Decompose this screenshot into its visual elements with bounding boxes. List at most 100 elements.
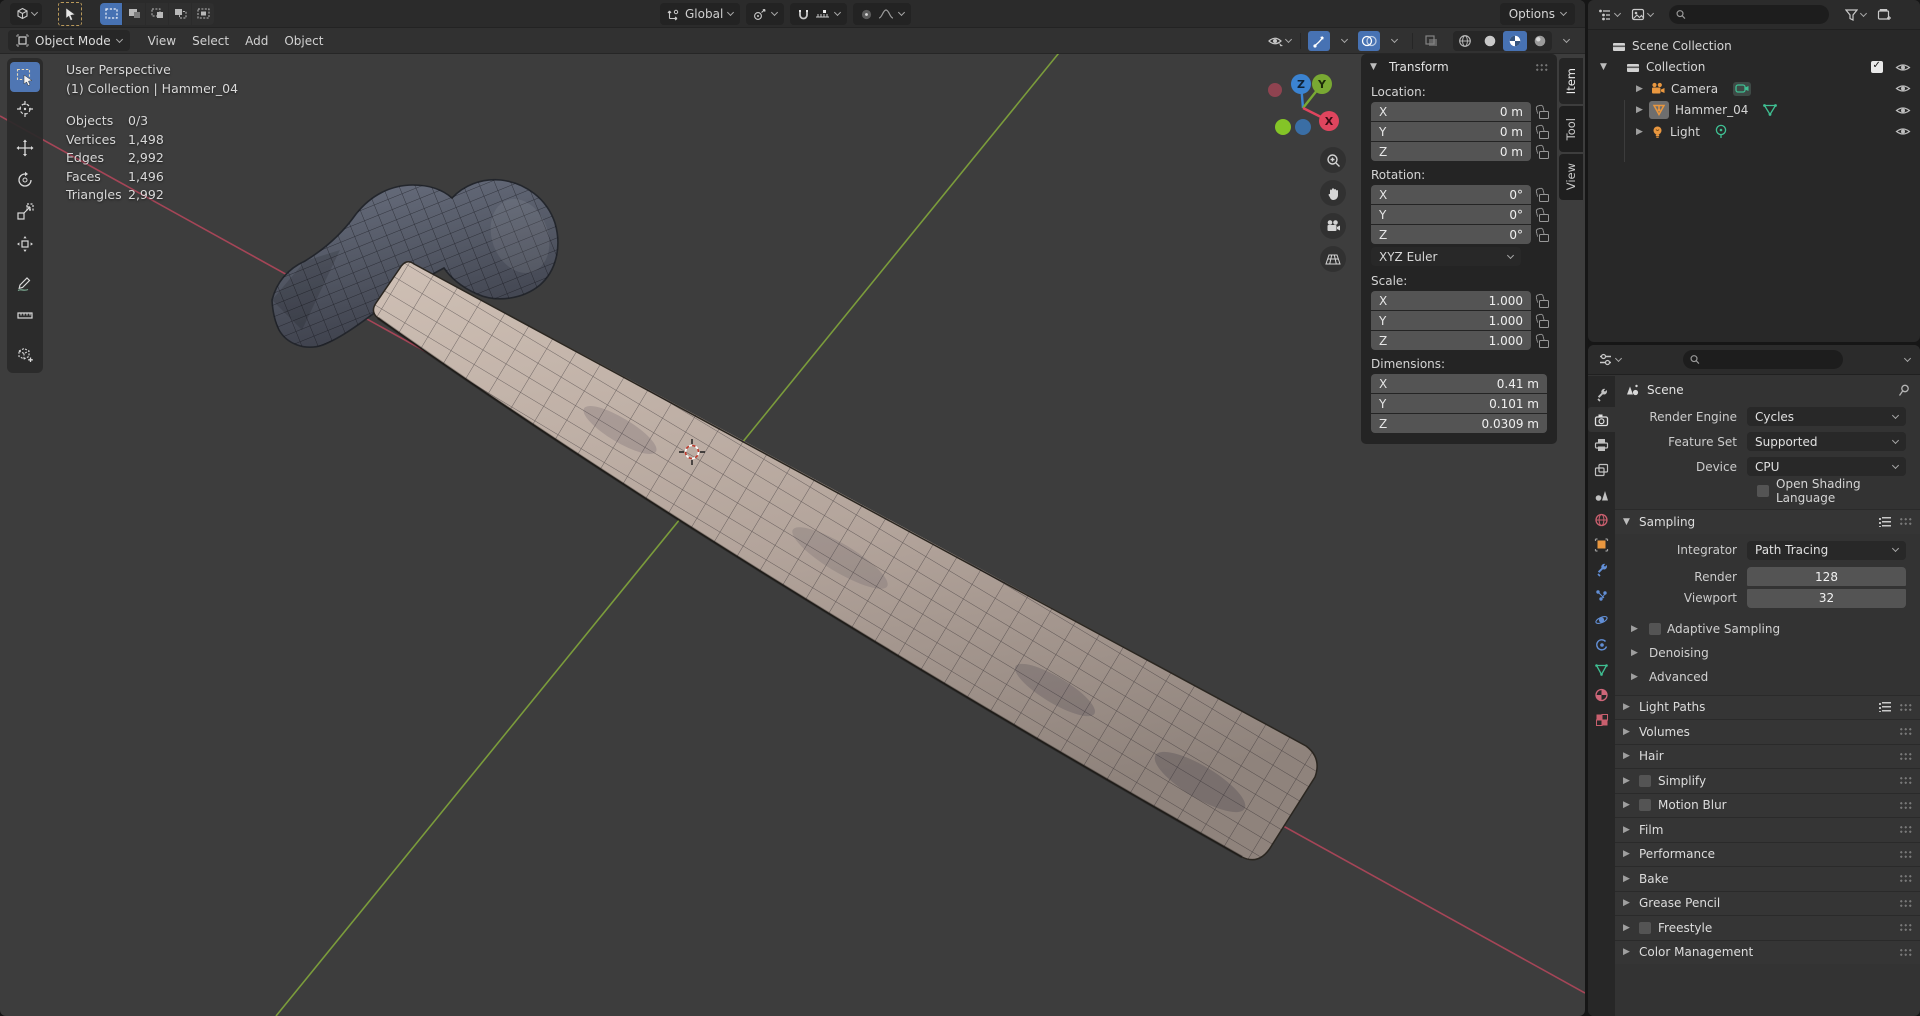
panel-performance[interactable]: ▶ Performance [1615,841,1920,866]
tab-render-properties[interactable] [1588,407,1615,432]
preset-icon[interactable] [1878,516,1891,527]
drag-dots-icon[interactable] [1899,800,1912,810]
panel-sampling-header[interactable]: ▼ Sampling [1615,509,1920,534]
drag-dots-icon[interactable] [1899,849,1912,859]
tab-scene-properties[interactable] [1588,482,1615,507]
menu-object[interactable]: Object [276,31,331,51]
viewport-3d[interactable]: Global Options Object Mode View Select A… [0,0,1585,1016]
zoom-button[interactable] [1320,147,1346,173]
freestyle-checkbox[interactable] [1639,921,1651,934]
gizmo-axis-x-neg[interactable] [1268,83,1282,97]
tool-transform[interactable] [10,229,40,259]
gizmos-dropdown[interactable] [1333,31,1355,51]
outliner-display-mode-dropdown[interactable] [1595,6,1623,23]
perspective-toggle-button[interactable] [1320,246,1346,272]
hide-eye-icon[interactable] [1895,105,1911,116]
overlays-toggle[interactable] [1358,30,1380,51]
tool-rotate[interactable] [10,165,40,195]
tool-measure[interactable] [10,300,40,330]
shading-dropdown[interactable] [1555,31,1577,51]
rotation-x-field[interactable]: X 0° [1371,185,1531,204]
light-data-icon[interactable] [1714,124,1728,139]
mesh-data-icon[interactable] [1762,103,1778,117]
drag-dots-icon[interactable] [1899,517,1912,527]
lock-icon[interactable] [1539,339,1549,348]
outliner-search[interactable] [1669,5,1829,24]
tab-tool[interactable]: Tool [1559,106,1583,152]
preset-icon[interactable] [1878,702,1891,713]
outliner-filter-mode-dropdown[interactable] [1628,6,1656,23]
feature-set-dropdown[interactable]: Supported [1747,432,1906,451]
tab-item[interactable]: Item [1559,58,1583,104]
properties-search-input[interactable] [1704,352,1836,367]
pivot-point-dropdown[interactable] [746,3,785,25]
panel-motion-blur[interactable]: ▶ Motion Blur [1615,792,1920,817]
tool-scale[interactable] [10,197,40,227]
orientation-dropdown[interactable]: Global [660,3,741,25]
panel-film[interactable]: ▶ Film [1615,817,1920,842]
lock-icon[interactable] [1539,193,1549,202]
simplify-checkbox[interactable] [1639,774,1651,787]
rotation-mode-dropdown[interactable]: XYZ Euler [1371,247,1521,266]
overlays-dropdown[interactable] [1383,31,1405,51]
dimensions-y-field[interactable]: Y 0.101 m [1371,394,1547,413]
tab-output-properties[interactable] [1588,432,1615,457]
drag-dots-icon[interactable] [1899,923,1912,933]
navigation-gizmo[interactable]: Z Y X [1256,56,1352,152]
panel-simplify[interactable]: ▶ Simplify [1615,768,1920,793]
gizmo-axis-y-neg[interactable] [1275,119,1291,135]
tool-annotate[interactable] [10,268,40,298]
pin-icon[interactable] [1898,384,1910,397]
visibility-dropdown[interactable] [1265,31,1293,51]
shading-rendered-button[interactable] [1528,31,1552,51]
drag-dots-icon[interactable] [1899,727,1912,737]
tab-tool-properties[interactable] [1588,382,1615,407]
subpanel-advanced[interactable]: ▶ Advanced [1615,665,1920,689]
panel-grease-pencil[interactable]: ▶ Grease Pencil [1615,890,1920,915]
tool-move[interactable] [10,133,40,163]
scale-z-field[interactable]: Z 1.000 [1371,331,1531,350]
osl-checkbox[interactable] [1757,485,1769,497]
outliner-row-light[interactable]: ▶ Light [1588,121,1920,143]
dimensions-x-field[interactable]: X 0.41 m [1371,374,1547,393]
scale-x-field[interactable]: X 1.000 [1371,291,1531,310]
drag-dots-icon[interactable] [1899,874,1912,884]
hide-eye-icon[interactable] [1895,83,1911,94]
options-button[interactable]: Options [1499,2,1575,25]
transform-panel-header[interactable]: ▼ Transform [1361,54,1557,80]
menu-view[interactable]: View [140,31,184,51]
properties-search[interactable] [1683,350,1843,369]
gizmo-axis-z[interactable]: Z [1291,74,1311,94]
location-x-field[interactable]: X0 m [1371,102,1531,121]
outliner-filter-dropdown[interactable] [1842,7,1869,23]
tab-material-properties[interactable] [1588,682,1615,707]
outliner-row-hammer[interactable]: ▶ Hammer_04 [1588,100,1920,122]
tool-select-box[interactable] [10,62,40,92]
adaptive-sampling-checkbox[interactable] [1649,622,1661,635]
tab-constraint-properties[interactable] [1588,632,1615,657]
select-mode-intersect[interactable] [192,2,214,25]
lock-icon[interactable] [1539,150,1549,159]
scale-y-field[interactable]: Y 1.000 [1371,311,1531,330]
lock-icon[interactable] [1539,110,1549,119]
expand-icon[interactable]: ▶ [1636,127,1648,137]
outliner-row-camera[interactable]: ▶ Camera [1588,78,1920,100]
select-mode-new[interactable] [100,2,122,25]
tab-modifier-properties[interactable] [1588,557,1615,582]
menu-add[interactable]: Add [237,31,276,51]
select-mode-extend[interactable] [123,2,145,25]
active-tool-indicator[interactable] [58,1,82,26]
drag-dots-icon[interactable] [1899,702,1912,712]
tool-add-cube[interactable] [10,339,40,369]
proportional-edit-group[interactable] [853,3,912,25]
camera-data-icon[interactable] [1732,81,1752,97]
mode-dropdown[interactable]: Object Mode [8,30,130,51]
drag-dots-icon[interactable] [1899,751,1912,761]
rotation-z-field[interactable]: Z 0° [1371,225,1531,244]
tab-view-layer-properties[interactable] [1588,457,1615,482]
lock-icon[interactable] [1539,299,1549,308]
tab-texture-properties[interactable] [1588,707,1615,732]
lock-icon[interactable] [1539,233,1549,242]
samples-render-field[interactable]: 128 [1747,567,1906,586]
lock-icon[interactable] [1539,213,1549,222]
